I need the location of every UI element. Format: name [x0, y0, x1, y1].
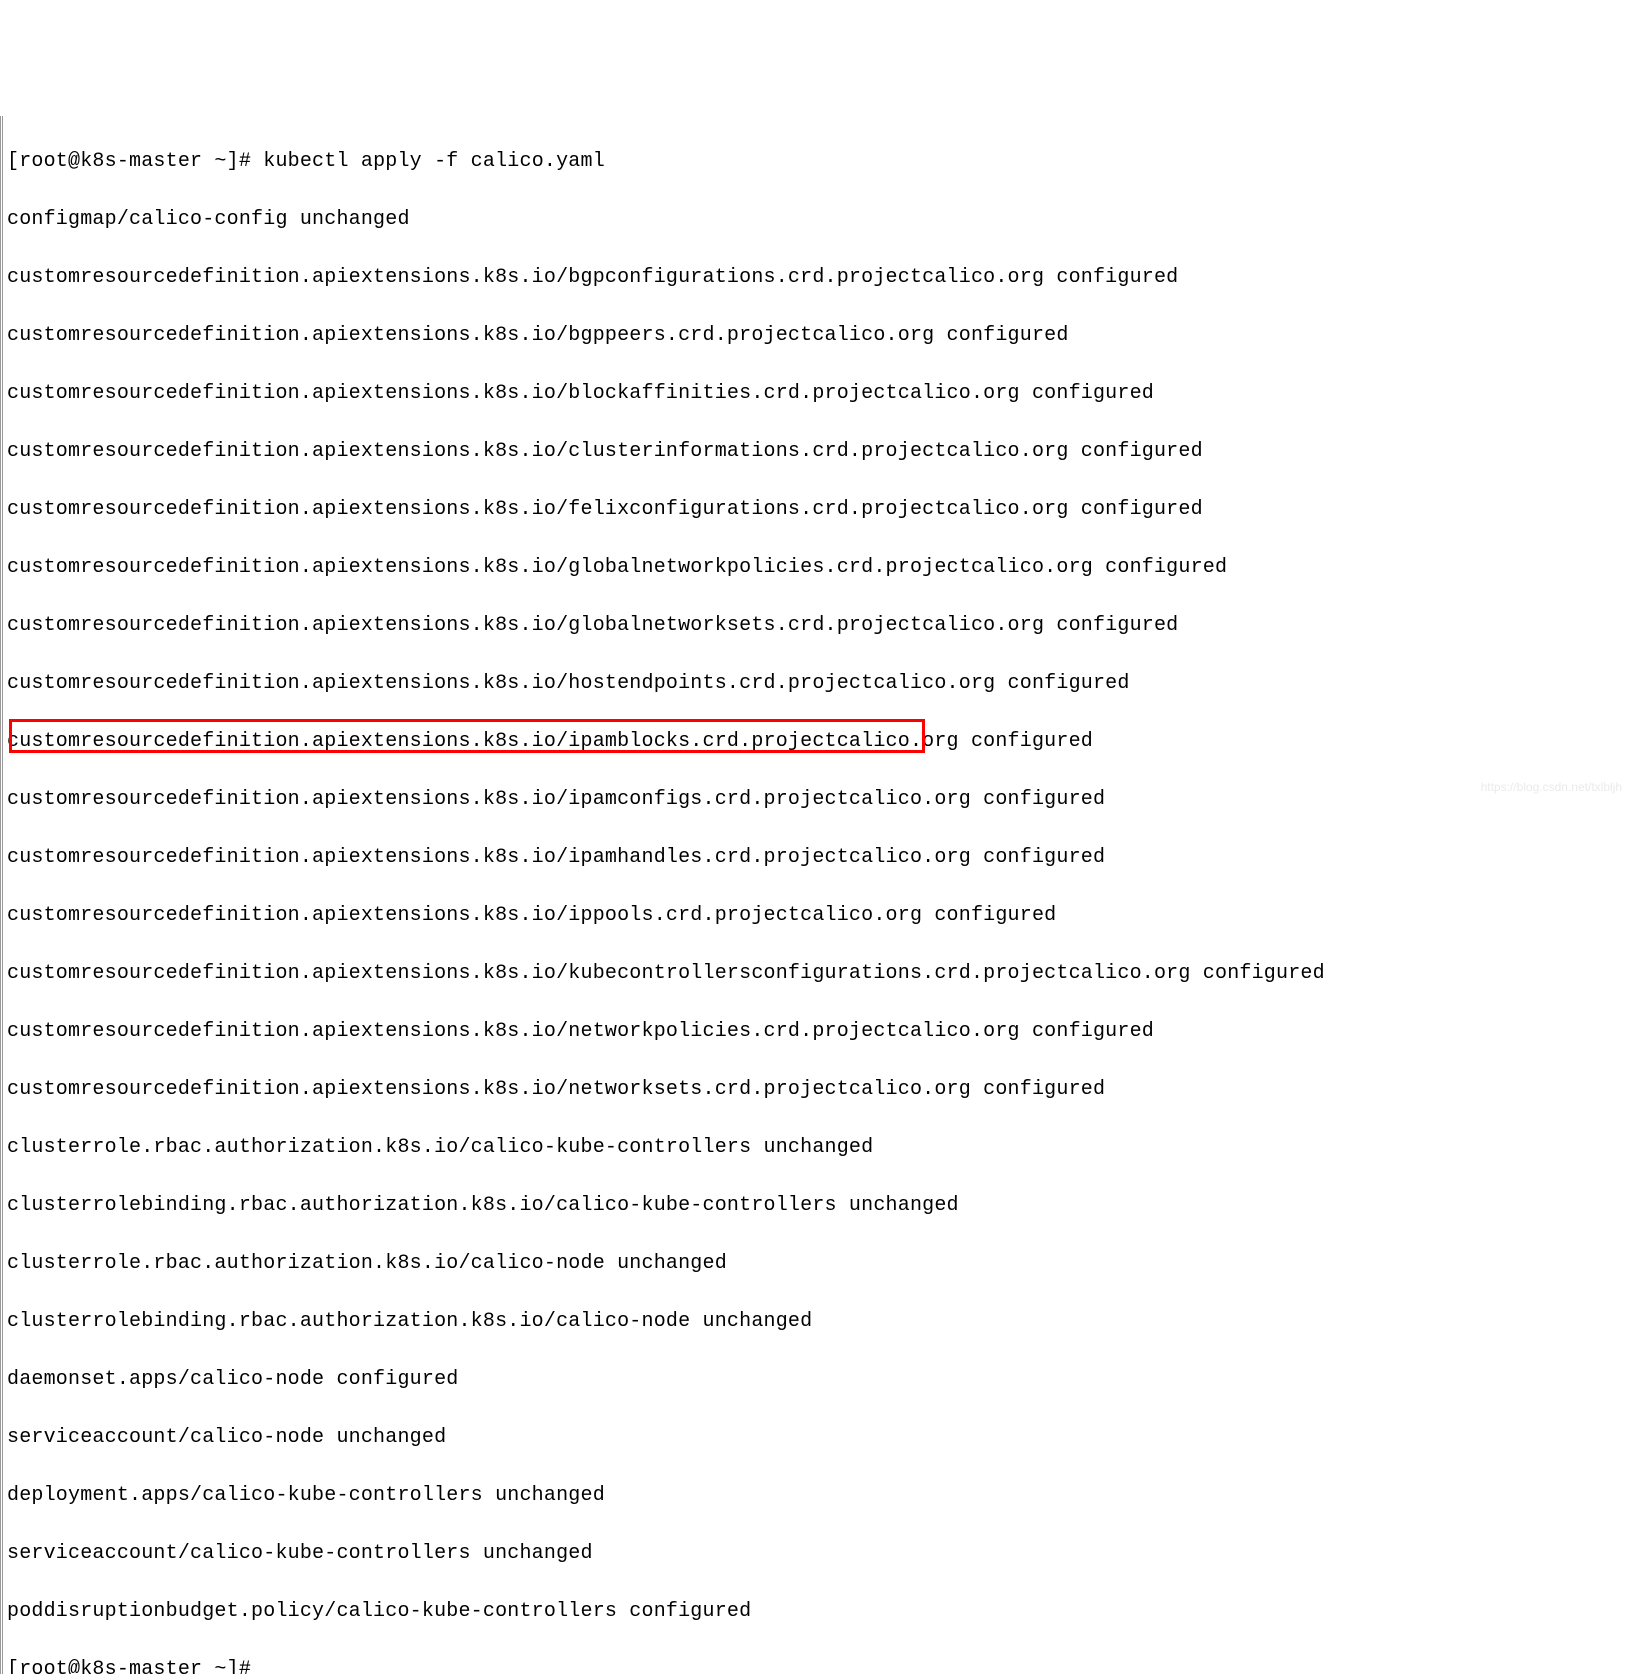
output-line-highlighted: poddisruptionbudget.policy/calico-kube-c…: [7, 1597, 1632, 1626]
output-line: customresourcedefinition.apiextensions.k…: [7, 843, 1632, 872]
output-line: customresourcedefinition.apiextensions.k…: [7, 321, 1632, 350]
terminal-output[interactable]: [root@k8s-master ~]# kubectl apply -f ca…: [0, 116, 1632, 1674]
shell-prompt: [root@k8s-master ~]#: [7, 150, 263, 173]
output-line: customresourcedefinition.apiextensions.k…: [7, 727, 1632, 756]
output-line: customresourcedefinition.apiextensions.k…: [7, 901, 1632, 930]
output-line: customresourcedefinition.apiextensions.k…: [7, 785, 1632, 814]
output-line: customresourcedefinition.apiextensions.k…: [7, 959, 1632, 988]
output-line: customresourcedefinition.apiextensions.k…: [7, 495, 1632, 524]
output-line: customresourcedefinition.apiextensions.k…: [7, 669, 1632, 698]
output-line: serviceaccount/calico-kube-controllers u…: [7, 1539, 1632, 1568]
output-line: customresourcedefinition.apiextensions.k…: [7, 263, 1632, 292]
command-text: kubectl apply -f calico.yaml: [263, 150, 605, 173]
shell-prompt-empty: [root@k8s-master ~]#: [7, 1655, 1632, 1674]
command-line: [root@k8s-master ~]# kubectl apply -f ca…: [7, 147, 1632, 176]
watermark-text: https://blog.csdn.net/txlbljh: [1481, 773, 1622, 802]
output-line: clusterrolebinding.rbac.authorization.k8…: [7, 1191, 1632, 1220]
output-line: customresourcedefinition.apiextensions.k…: [7, 1017, 1632, 1046]
output-line: clusterrolebinding.rbac.authorization.k8…: [7, 1307, 1632, 1336]
output-line: customresourcedefinition.apiextensions.k…: [7, 379, 1632, 408]
output-line: configmap/calico-config unchanged: [7, 205, 1632, 234]
output-line: customresourcedefinition.apiextensions.k…: [7, 437, 1632, 466]
output-line: clusterrole.rbac.authorization.k8s.io/ca…: [7, 1133, 1632, 1162]
output-line: customresourcedefinition.apiextensions.k…: [7, 611, 1632, 640]
output-line: serviceaccount/calico-node unchanged: [7, 1423, 1632, 1452]
output-line: customresourcedefinition.apiextensions.k…: [7, 1075, 1632, 1104]
output-line: deployment.apps/calico-kube-controllers …: [7, 1481, 1632, 1510]
output-line: clusterrole.rbac.authorization.k8s.io/ca…: [7, 1249, 1632, 1278]
output-line: customresourcedefinition.apiextensions.k…: [7, 553, 1632, 582]
output-line: daemonset.apps/calico-node configured: [7, 1365, 1632, 1394]
